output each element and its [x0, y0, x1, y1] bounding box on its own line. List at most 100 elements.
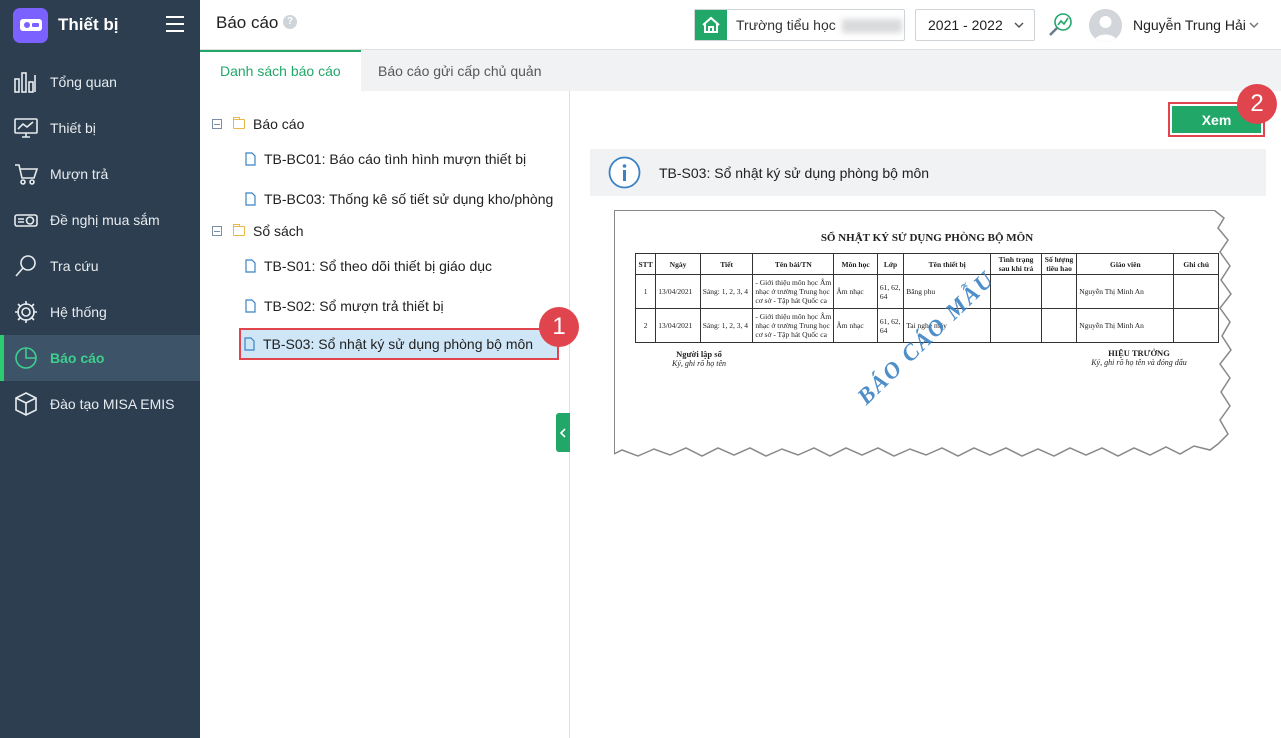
sidebar: Thiết bị Tổng quan Thiết bị Mượn trả Đề … — [0, 0, 200, 738]
cart-icon — [13, 161, 39, 187]
tree-group-bao-cao[interactable]: Báo cáo — [212, 116, 304, 132]
sidebar-item-he-thong[interactable]: Hệ thống — [0, 289, 200, 335]
sidebar-item-de-nghi-mua-sam[interactable]: Đề nghị mua sắm — [0, 197, 200, 243]
sidebar-item-dao-tao[interactable]: Đào tạo MISA EMIS — [0, 381, 200, 427]
cell: 2 — [634, 308, 657, 343]
col-header: Ngày — [655, 253, 701, 275]
cell — [1173, 274, 1219, 309]
tree-group-label: Sổ sách — [253, 223, 304, 239]
help-icon[interactable]: ? — [283, 15, 297, 29]
signature-right: HIỆU TRƯỞNG Ký, ghi rõ họ tên và đóng dấ… — [1064, 348, 1214, 367]
sidebar-item-bao-cao[interactable]: Báo cáo — [0, 335, 200, 381]
cell: 13/04/2021 — [655, 274, 701, 309]
report-title: SỔ NHẬT KÝ SỬ DỤNG PHÒNG BỘ MÔN — [820, 232, 1034, 244]
search-icon — [13, 253, 39, 279]
top-header: Báo cáo ? Trường tiểu học 2021 - 2022 Ng… — [200, 0, 1281, 50]
cell — [1040, 274, 1078, 309]
signature-right-note: Ký, ghi rõ họ tên và đóng dấu — [1091, 358, 1187, 367]
school-home-icon — [695, 10, 727, 40]
sidebar-item-tong-quan[interactable]: Tổng quan — [0, 59, 200, 105]
analytics-icon[interactable] — [1047, 12, 1073, 38]
cell: 1 — [634, 274, 657, 309]
tree-item[interactable]: TB-S01: Sổ theo dõi thiết bị giáo dục — [245, 258, 492, 274]
collapse-icon[interactable] — [212, 226, 222, 236]
tree-item-label: TB-S01: Sổ theo dõi thiết bị giáo dục — [264, 258, 493, 274]
file-icon — [245, 192, 256, 206]
cell: Nguyễn Thị Minh An — [1076, 274, 1175, 309]
file-icon — [245, 299, 256, 313]
info-icon — [608, 156, 641, 189]
device-logo-icon — [13, 7, 48, 43]
tree-item[interactable]: TB-BC01: Báo cáo tình hình mượn thiết bị — [245, 151, 526, 167]
report-preview: SỔ NHẬT KÝ SỬ DỤNG PHÒNG BỘ MÔN STT Ngày… — [614, 210, 1240, 458]
cell: 61, 62, 64 — [876, 274, 905, 309]
sidebar-item-label: Mượn trả — [50, 166, 109, 182]
report-header-row: STT Ngày Tiết Tên bài/TN Môn học Lớp Tên… — [634, 253, 1219, 275]
sidebar-item-thiet-bi[interactable]: Thiết bị — [0, 105, 200, 151]
avatar[interactable] — [1089, 9, 1122, 42]
sidebar-item-label: Thiết bị — [50, 120, 96, 136]
info-bar: TB-S03: Sổ nhật ký sử dụng phòng bộ môn — [590, 149, 1266, 196]
app-title: Thiết bị — [58, 15, 119, 34]
school-selector[interactable]: Trường tiểu học — [694, 9, 905, 41]
tab-bar: Danh sách báo cáo Báo cáo gửi cấp chủ qu… — [200, 50, 1281, 91]
cell: 13/04/2021 — [655, 308, 701, 343]
cell — [1173, 308, 1219, 343]
col-header: Tình trạng sau khi trả — [990, 253, 1042, 275]
gear-icon — [13, 299, 39, 325]
cell: Nguyễn Thị Minh An — [1076, 308, 1175, 343]
file-icon — [245, 259, 256, 273]
user-name[interactable]: Nguyễn Trung Hải — [1133, 17, 1246, 33]
cell: Âm nhạc — [833, 308, 878, 343]
cell: Sáng: 1, 2, 3, 4 — [699, 308, 754, 343]
step-badge-1: 1 — [539, 307, 579, 347]
pie-chart-icon — [13, 345, 39, 371]
chevron-down-icon — [1014, 22, 1024, 29]
tree-item-label: TB-S02: Sổ mượn trả thiết bị — [264, 298, 444, 314]
col-header: Môn học — [833, 253, 878, 275]
signature-left: Người lập sổ Ký, ghi rõ họ tên — [654, 349, 744, 368]
sidebar-item-tra-cuu[interactable]: Tra cứu — [0, 243, 200, 289]
cube-icon — [13, 391, 39, 417]
cell: - Giới thiệu môn học Âm nhạc ở trường Tr… — [752, 308, 835, 343]
collapse-icon[interactable] — [212, 119, 222, 129]
tab-danh-sach-bao-cao[interactable]: Danh sách báo cáo — [200, 50, 361, 91]
step-badge-2: 2 — [1237, 84, 1277, 124]
cell — [990, 274, 1042, 309]
page-title: Báo cáo — [216, 13, 279, 32]
file-icon — [245, 152, 256, 166]
signature-right-title: HIỆU TRƯỞNG — [1108, 348, 1170, 358]
tab-bao-cao-gui-cap-chu-quan[interactable]: Báo cáo gửi cấp chủ quản — [358, 50, 562, 91]
col-header: STT — [634, 253, 657, 275]
school-year-select[interactable]: 2021 - 2022 — [915, 9, 1035, 41]
chevron-down-icon[interactable] — [1248, 19, 1260, 31]
cell: 61, 62, 64 — [876, 308, 905, 343]
tree-item[interactable]: TB-BC03: Thống kê số tiết sử dụng kho/ph… — [245, 191, 553, 207]
cell: - Giới thiệu môn học Âm nhạc ở trường Tr… — [752, 274, 835, 309]
sidebar-item-muon-tra[interactable]: Mượn trả — [0, 151, 200, 197]
tree-group-label: Báo cáo — [253, 116, 305, 132]
menu-toggle-icon[interactable] — [166, 16, 184, 32]
sidebar-item-label: Hệ thống — [50, 304, 107, 320]
projector-icon — [13, 207, 39, 233]
tree-item-label: TB-S03: Sổ nhật ký sử dụng phòng bộ môn — [263, 336, 534, 352]
sidebar-item-label: Báo cáo — [50, 350, 105, 366]
tree-item-selected[interactable]: TB-S03: Sổ nhật ký sử dụng phòng bộ môn — [239, 328, 559, 360]
selected-report-name: TB-S03: Sổ nhật ký sử dụng phòng bộ môn — [659, 164, 930, 181]
cell: Sáng: 1, 2, 3, 4 — [699, 274, 754, 309]
sidebar-menu: Tổng quan Thiết bị Mượn trả Đề nghị mua … — [0, 59, 200, 427]
sidebar-item-label: Tổng quan — [50, 74, 117, 90]
tree-item[interactable]: TB-S02: Sổ mượn trả thiết bị — [245, 298, 444, 314]
folder-icon — [233, 224, 245, 236]
file-icon — [244, 337, 255, 351]
school-name: Trường tiểu học — [736, 17, 902, 34]
col-header: Tên bài/TN — [752, 253, 835, 275]
tree-group-so-sach[interactable]: Sổ sách — [212, 223, 304, 239]
col-header: Giáo viên — [1076, 253, 1175, 275]
collapse-panel-handle[interactable] — [556, 413, 570, 452]
col-header: Tiết — [699, 253, 754, 275]
tree-item-label: TB-BC03: Thống kê số tiết sử dụng kho/ph… — [264, 191, 554, 207]
sidebar-item-label: Tra cứu — [50, 258, 99, 274]
chevron-left-icon — [559, 427, 566, 438]
col-header: Ghi chú — [1173, 253, 1219, 275]
